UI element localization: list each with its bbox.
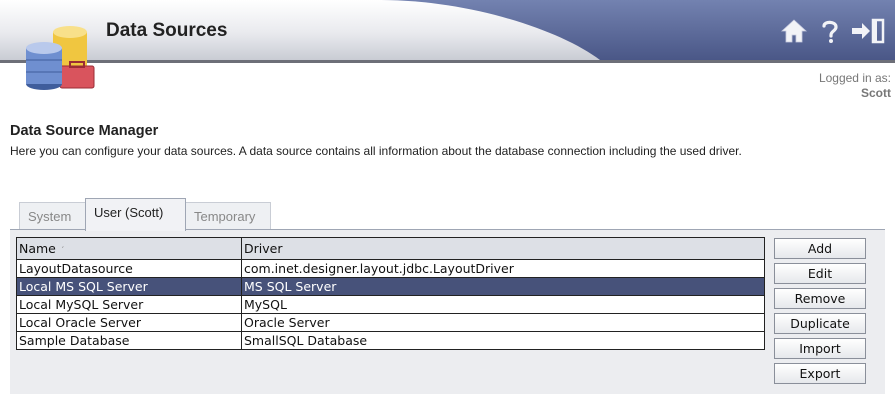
page-description: Here you can configure your data sources… — [10, 144, 742, 158]
cell-driver: SmallSQL Database — [241, 331, 765, 350]
cell-name: Local MS SQL Server — [16, 277, 242, 296]
cell-driver: MySQL — [241, 295, 765, 314]
home-icon[interactable] — [781, 18, 807, 44]
remove-button[interactable]: Remove — [774, 288, 866, 309]
tab-system[interactable]: System — [19, 202, 86, 230]
app-header: Data Sources — [0, 0, 895, 90]
page-title: Data Source Manager — [10, 123, 159, 139]
cell-name: LayoutDatasource — [16, 259, 242, 278]
logged-in-label: Logged in as: — [818, 71, 891, 85]
table-row[interactable]: LayoutDatasource com.inet.designer.layou… — [16, 259, 765, 278]
column-header-name[interactable]: Name ′ — [16, 237, 242, 260]
data-source-table: Name ′ Driver LayoutDatasource com.inet.d… — [16, 237, 765, 350]
data-source-panel: Name ′ Driver LayoutDatasource com.inet.d… — [10, 229, 885, 394]
cell-driver: com.inet.designer.layout.jdbc.LayoutDriv… — [241, 259, 765, 278]
cell-driver: MS SQL Server — [241, 277, 765, 296]
column-header-driver[interactable]: Driver — [241, 237, 765, 260]
tab-user[interactable]: User (Scott) — [85, 198, 186, 231]
table-row[interactable]: Sample Database SmallSQL Database — [16, 331, 765, 350]
table-row[interactable]: Local Oracle Server Oracle Server — [16, 313, 765, 332]
login-info: Logged in as: Scott — [819, 71, 891, 101]
logged-in-user: Scott — [861, 86, 891, 100]
column-header-name-label: Name — [19, 241, 56, 256]
tab-temporary[interactable]: Temporary — [185, 202, 271, 230]
logout-icon[interactable] — [851, 18, 885, 44]
export-button[interactable]: Export — [774, 363, 866, 384]
import-button[interactable]: Import — [774, 338, 866, 359]
cell-driver: Oracle Server — [241, 313, 765, 332]
app-title: Data Sources — [106, 20, 228, 41]
cell-name: Local Oracle Server — [16, 313, 242, 332]
table-row-selected[interactable]: Local MS SQL Server MS SQL Server — [16, 277, 765, 296]
sort-indicator-icon: ′ — [61, 246, 64, 256]
cell-name: Sample Database — [16, 331, 242, 350]
cell-name: Local MySQL Server — [16, 295, 242, 314]
table-header-row: Name ′ Driver — [16, 237, 765, 260]
duplicate-button[interactable]: Duplicate — [774, 313, 866, 334]
add-button[interactable]: Add — [774, 238, 866, 259]
edit-button[interactable]: Edit — [774, 263, 866, 284]
help-icon[interactable] — [817, 18, 843, 44]
database-logo-icon — [26, 26, 95, 90]
table-row[interactable]: Local MySQL Server MySQL — [16, 295, 765, 314]
